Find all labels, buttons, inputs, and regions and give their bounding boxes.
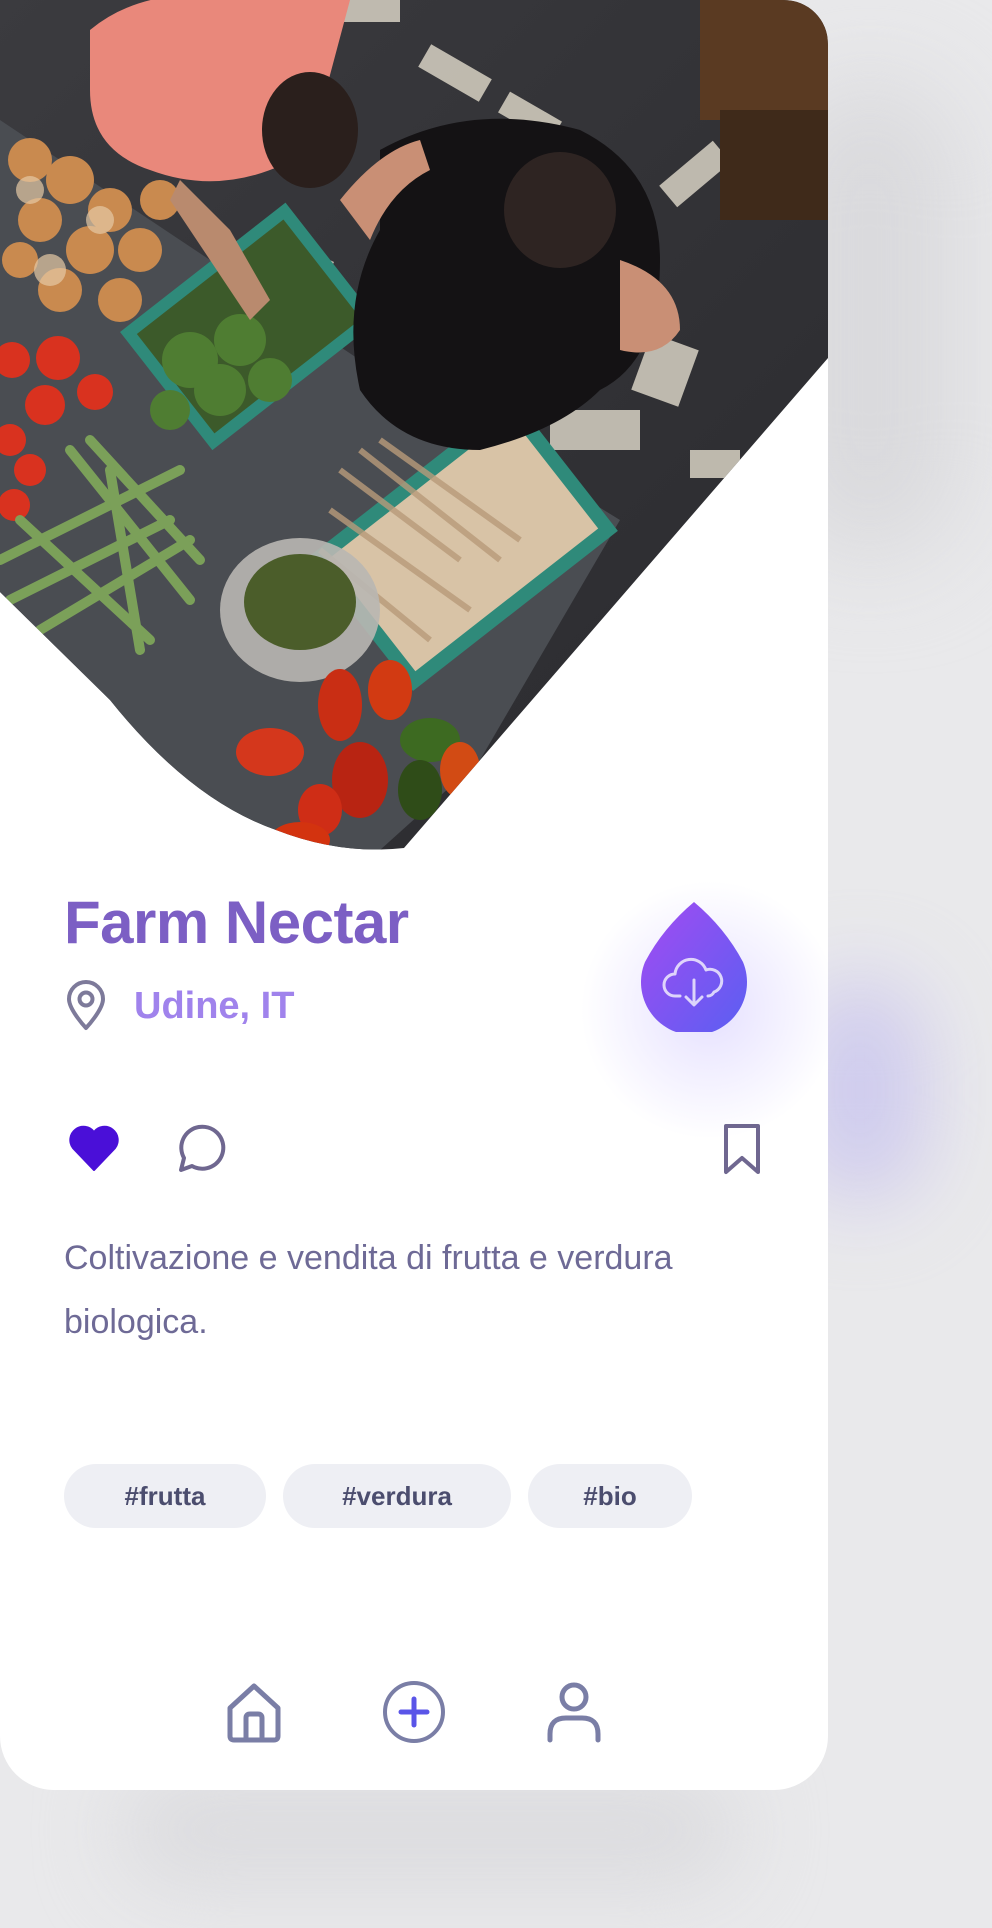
bookmark-button[interactable]	[714, 1120, 770, 1176]
tab-add[interactable]	[382, 1680, 446, 1744]
comment-icon	[179, 1124, 226, 1172]
location-text: Udine, IT	[134, 984, 295, 1027]
user-icon	[547, 1682, 601, 1743]
tag-chip[interactable]: #verdura	[283, 1464, 511, 1528]
tab-home[interactable]	[222, 1680, 286, 1744]
tag-chip[interactable]: #bio	[528, 1464, 692, 1528]
bookmark-icon	[724, 1124, 760, 1174]
place-description: Coltivazione e vendita di frutta e verdu…	[64, 1239, 673, 1341]
plus-circle-icon	[383, 1681, 445, 1743]
tag-list: #frutta #verdura #bio	[64, 1464, 692, 1528]
tab-profile[interactable]	[542, 1680, 606, 1744]
hero-image	[0, 0, 828, 850]
location-row: Udine, IT	[64, 978, 294, 1034]
heart-filled-icon	[69, 1125, 119, 1171]
place-card: Farm Nectar Udine, IT Coltivazione e ven…	[0, 0, 828, 1790]
like-button[interactable]	[66, 1120, 122, 1176]
action-row	[64, 1120, 764, 1180]
download-button[interactable]	[640, 900, 748, 1036]
bottom-tab-bar	[0, 1680, 828, 1743]
home-icon	[227, 1683, 281, 1743]
map-pin-icon	[67, 980, 105, 1030]
place-title: Farm Nectar	[64, 889, 409, 956]
tag-chip[interactable]: #frutta	[64, 1464, 266, 1528]
comment-button[interactable]	[172, 1120, 228, 1176]
